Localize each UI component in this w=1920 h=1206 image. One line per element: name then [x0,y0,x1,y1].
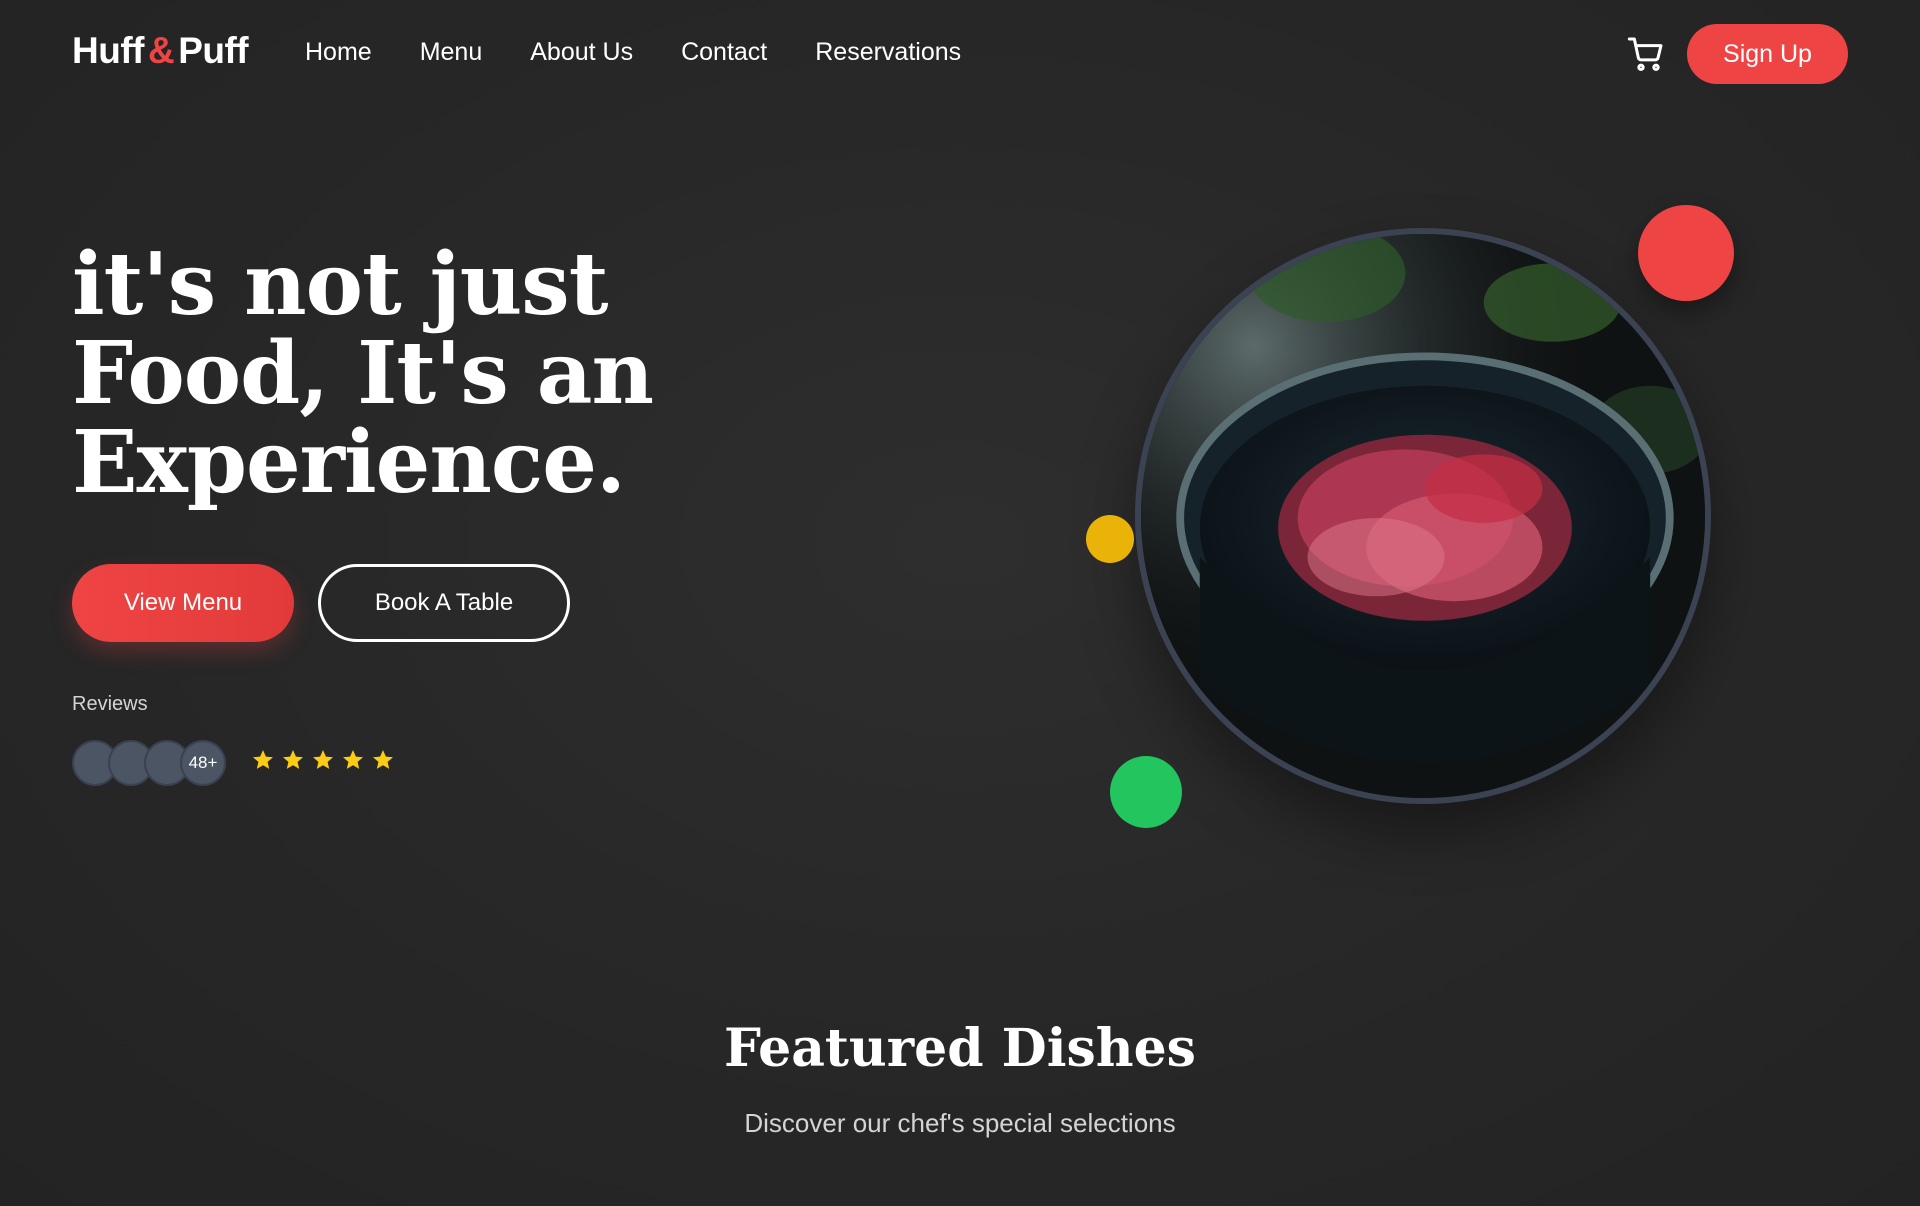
star-icon [283,750,303,769]
reviews-label: Reviews [72,693,148,715]
star-icon [313,750,333,769]
view-menu-button[interactable]: View Menu [72,564,294,642]
top-navigation: Huff & Puff Home Menu About Us Contact Res… [0,0,1920,108]
hero-title-line1: it's not just [72,234,608,335]
brand-name-part1: Huff [72,30,144,71]
decorative-red-dot [1638,205,1734,301]
decorative-yellow-dot [1086,515,1134,563]
star-icon [343,750,363,769]
sign-up-button[interactable]: Sign Up [1687,24,1848,84]
nav-link-menu[interactable]: Menu [420,38,483,67]
star-icon [253,750,273,769]
featured-dishes-subtitle: Discover our chef's special selections [744,1108,1176,1138]
brand-name-part2: Puff [178,30,249,71]
brand-logo[interactable]: Huff & Puff [72,30,249,72]
book-table-button[interactable]: Book A Table [318,564,570,642]
hero-title: it's not just Food, It's an Experience. [72,240,772,507]
brand-ampersand: & [147,30,175,71]
hero-title-line3: Experience. [72,412,626,513]
featured-dishes-title: Featured Dishes [724,1018,1196,1079]
nav-link-home[interactable]: Home [305,38,372,67]
cart-icon[interactable] [1626,34,1666,74]
hero-title-line2: Food, It's an [72,323,654,424]
nav-links: Home Menu About Us Contact Reservations [305,38,961,67]
nav-link-contact[interactable]: Contact [681,38,767,67]
star-icon [373,750,393,769]
food-bowl-image [1135,228,1711,804]
reviews-count-badge: 48+ [180,740,226,786]
nav-link-reservations[interactable]: Reservations [815,38,961,67]
star-rating [251,748,395,772]
nav-link-about-us[interactable]: About Us [530,38,633,67]
decorative-green-dot [1110,756,1182,828]
